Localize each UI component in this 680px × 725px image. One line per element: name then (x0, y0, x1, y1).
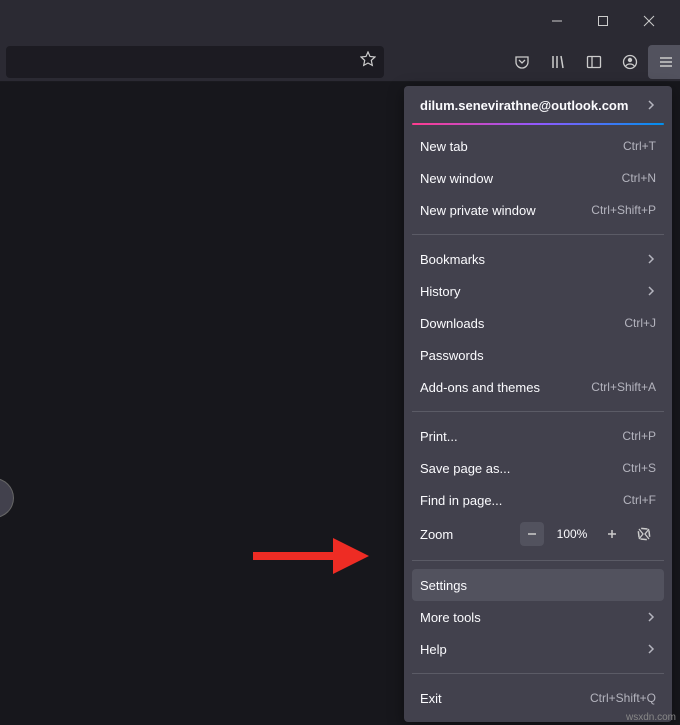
menu-shortcut: Ctrl+Shift+P (591, 203, 656, 217)
profile-icon[interactable] (612, 45, 648, 79)
side-handle[interactable] (0, 478, 14, 518)
chevron-right-icon (646, 98, 656, 113)
menu-label: Passwords (420, 348, 484, 363)
hamburger-menu-button[interactable] (648, 45, 680, 79)
menu-label: Help (420, 642, 447, 657)
menu-label: History (420, 284, 460, 299)
menu-shortcut: Ctrl+T (623, 139, 656, 153)
zoom-out-button[interactable] (520, 522, 544, 546)
menu-history[interactable]: History (404, 275, 672, 307)
content-area: dilum.senevirathne@outlook.com New tab C… (0, 82, 680, 725)
toolbar (0, 42, 680, 82)
chevron-right-icon (646, 252, 656, 267)
arrow-annotation (253, 552, 333, 560)
menu-new-tab[interactable]: New tab Ctrl+T (404, 130, 672, 162)
app-menu-panel: dilum.senevirathne@outlook.com New tab C… (404, 86, 672, 722)
close-button[interactable] (626, 0, 672, 42)
menu-label: New private window (420, 203, 536, 218)
menu-label: Print... (420, 429, 458, 444)
menu-label: Bookmarks (420, 252, 485, 267)
menu-more-tools[interactable]: More tools (404, 601, 672, 633)
menu-save-as[interactable]: Save page as... Ctrl+S (404, 452, 672, 484)
menu-shortcut: Ctrl+J (624, 316, 656, 330)
menu-downloads[interactable]: Downloads Ctrl+J (404, 307, 672, 339)
address-bar[interactable] (6, 46, 384, 78)
menu-label: New tab (420, 139, 468, 154)
menu-shortcut: Ctrl+Shift+A (591, 380, 656, 394)
menu-settings[interactable]: Settings (412, 569, 664, 601)
account-row[interactable]: dilum.senevirathne@outlook.com (404, 86, 672, 126)
bookmark-star-icon[interactable] (360, 51, 376, 72)
fullscreen-button[interactable] (632, 522, 656, 546)
menu-zoom-row: Zoom 100% (404, 516, 672, 552)
menu-passwords[interactable]: Passwords (404, 339, 672, 371)
divider (412, 673, 664, 674)
menu-find[interactable]: Find in page... Ctrl+F (404, 484, 672, 516)
library-icon[interactable] (540, 45, 576, 79)
minimize-button[interactable] (534, 0, 580, 42)
pocket-icon[interactable] (504, 45, 540, 79)
zoom-value: 100% (552, 527, 592, 541)
zoom-label: Zoom (420, 527, 512, 542)
menu-label: Add-ons and themes (420, 380, 540, 395)
menu-label: Settings (420, 578, 467, 593)
zoom-in-button[interactable] (600, 522, 624, 546)
chevron-right-icon (646, 284, 656, 299)
chevron-right-icon (646, 610, 656, 625)
sidebar-icon[interactable] (576, 45, 612, 79)
menu-shortcut: Ctrl+Shift+Q (590, 691, 656, 705)
menu-label: Save page as... (420, 461, 510, 476)
menu-help[interactable]: Help (404, 633, 672, 665)
account-email: dilum.senevirathne@outlook.com (420, 98, 628, 113)
watermark: wsxdn.com (626, 712, 676, 723)
divider (412, 560, 664, 561)
chevron-right-icon (646, 642, 656, 657)
menu-shortcut: Ctrl+P (622, 429, 656, 443)
menu-label: Find in page... (420, 493, 502, 508)
menu-exit[interactable]: Exit Ctrl+Shift+Q (404, 682, 672, 714)
menu-label: New window (420, 171, 493, 186)
menu-label: More tools (420, 610, 481, 625)
menu-shortcut: Ctrl+N (622, 171, 656, 185)
menu-new-private-window[interactable]: New private window Ctrl+Shift+P (404, 194, 672, 226)
titlebar (0, 0, 680, 42)
menu-print[interactable]: Print... Ctrl+P (404, 420, 672, 452)
menu-label: Exit (420, 691, 442, 706)
menu-addons[interactable]: Add-ons and themes Ctrl+Shift+A (404, 371, 672, 403)
menu-bookmarks[interactable]: Bookmarks (404, 243, 672, 275)
divider (412, 411, 664, 412)
menu-new-window[interactable]: New window Ctrl+N (404, 162, 672, 194)
menu-shortcut: Ctrl+S (622, 461, 656, 475)
divider (412, 234, 664, 235)
menu-shortcut: Ctrl+F (623, 493, 656, 507)
maximize-button[interactable] (580, 0, 626, 42)
menu-label: Downloads (420, 316, 484, 331)
